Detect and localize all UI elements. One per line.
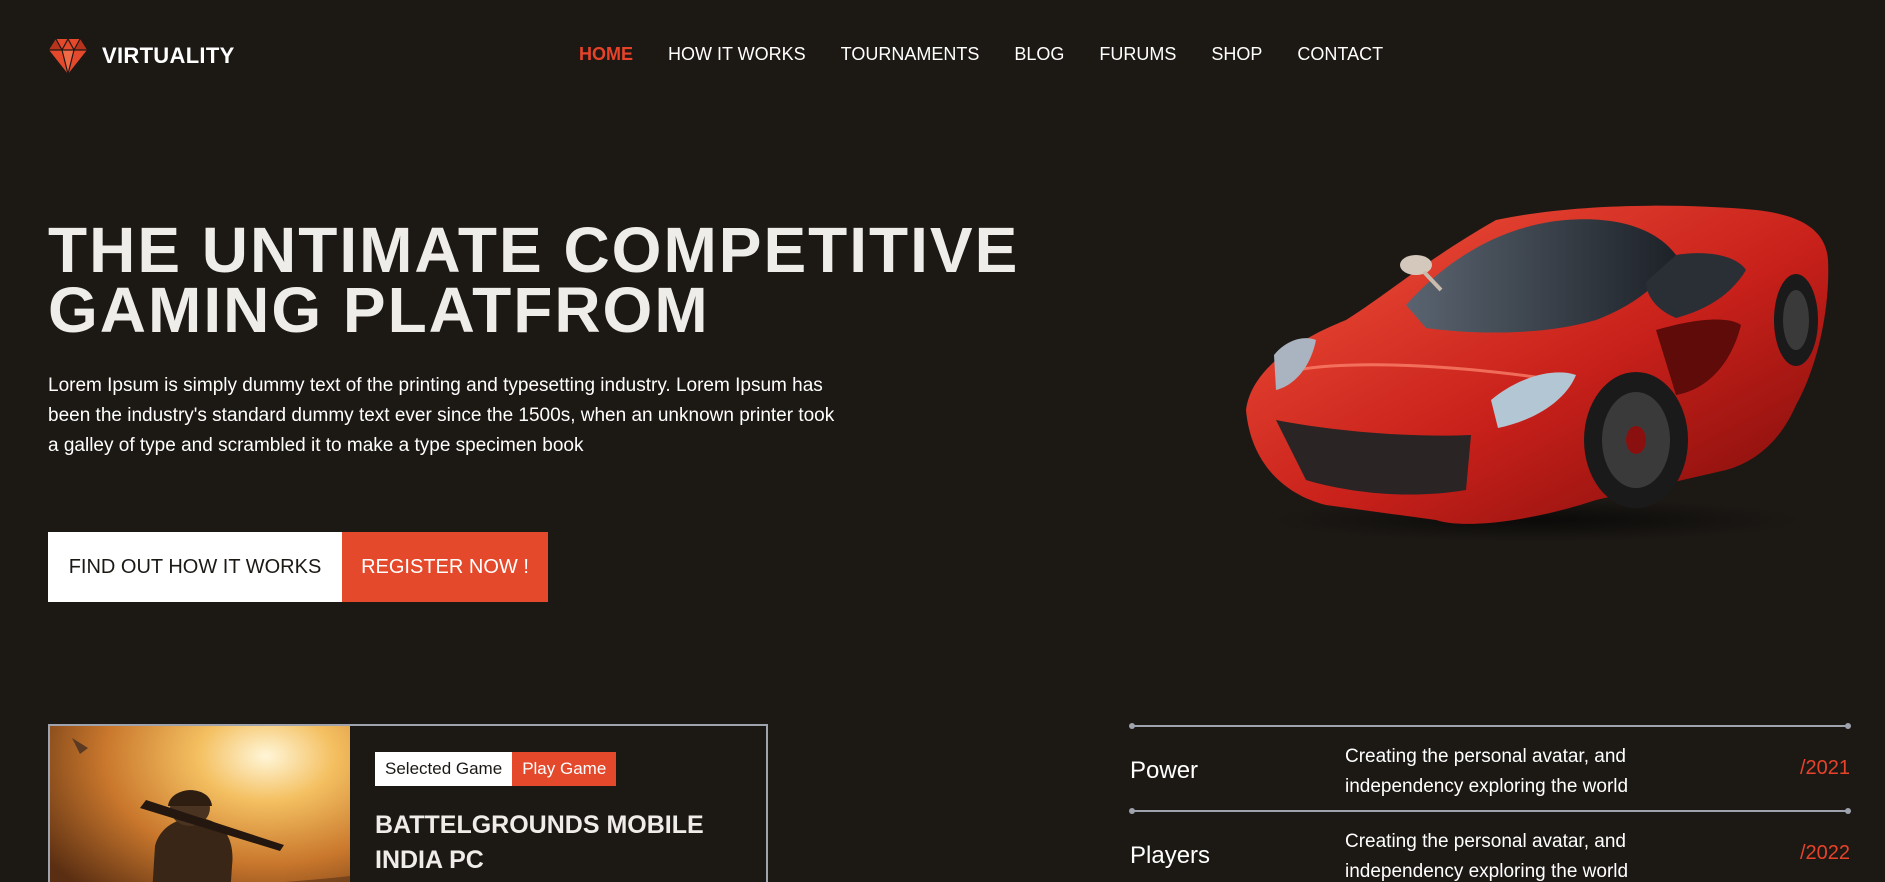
nav-contact[interactable]: CONTACT	[1297, 44, 1383, 65]
selected-game-card[interactable]: Selected Game Play Game BATTELGROUNDS MO…	[48, 724, 768, 882]
nav-shop[interactable]: SHOP	[1211, 44, 1262, 65]
stat-year: /2021	[1799, 757, 1850, 779]
nav-how-it-works[interactable]: HOW IT WORKS	[668, 44, 806, 65]
register-now-button[interactable]: REGISTER NOW !	[342, 532, 548, 602]
soldier-with-rifle-image	[50, 726, 350, 882]
main-nav: HOME HOW IT WORKS TOURNAMENTS BLOG FURUM…	[579, 44, 1383, 65]
game-tags: Selected Game Play Game	[375, 752, 617, 786]
brand-name: VIRTUALITY	[102, 43, 235, 68]
page: VIRTUALITY HOME HOW IT WORKS TOURNAMENTS…	[0, 0, 1885, 882]
hero-title: THE UNTIMATE COMPETITIVE GAMING PLATFROM	[48, 214, 1148, 346]
selected-game-tag: Selected Game	[375, 752, 513, 786]
hero-description: Lorem Ipsum is simply dummy text of the …	[48, 375, 835, 456]
stat-name: Power	[1130, 757, 1199, 784]
stat-description: Creating the personal avatar, and indepe…	[1345, 746, 1629, 797]
hero-title-line-2: GAMING PLATFROM	[48, 274, 710, 346]
nav-blog[interactable]: BLOG	[1014, 44, 1064, 65]
stat-row-players: Players Creating the personal avatar, an…	[1130, 812, 1850, 882]
diamond-icon	[48, 36, 88, 76]
game-title: BATTELGROUNDS MOBILE INDIA PC	[375, 811, 704, 874]
stat-description: Creating the personal avatar, and indepe…	[1345, 831, 1629, 882]
hero-buttons: FIND OUT HOW IT WORKS REGISTER NOW !	[48, 532, 548, 602]
brand-logo[interactable]: VIRTUALITY	[48, 36, 235, 76]
stats-list: Power Creating the personal avatar, and …	[1129, 723, 1851, 882]
stat-row-power: Power Creating the personal avatar, and …	[1130, 727, 1850, 810]
play-game-button[interactable]: Play Game	[512, 752, 617, 786]
find-out-how-it-works-button[interactable]: FIND OUT HOW IT WORKS	[48, 532, 342, 602]
nav-forums[interactable]: FURUMS	[1099, 44, 1176, 65]
stat-year: /2022	[1799, 842, 1850, 864]
nav-home[interactable]: HOME	[579, 44, 633, 65]
hero-title-line-1: THE UNTIMATE COMPETITIVE	[48, 214, 1020, 286]
red-sports-car-image	[1246, 205, 1829, 542]
nav-tournaments[interactable]: TOURNAMENTS	[841, 44, 980, 65]
stat-name: Players	[1130, 842, 1211, 869]
